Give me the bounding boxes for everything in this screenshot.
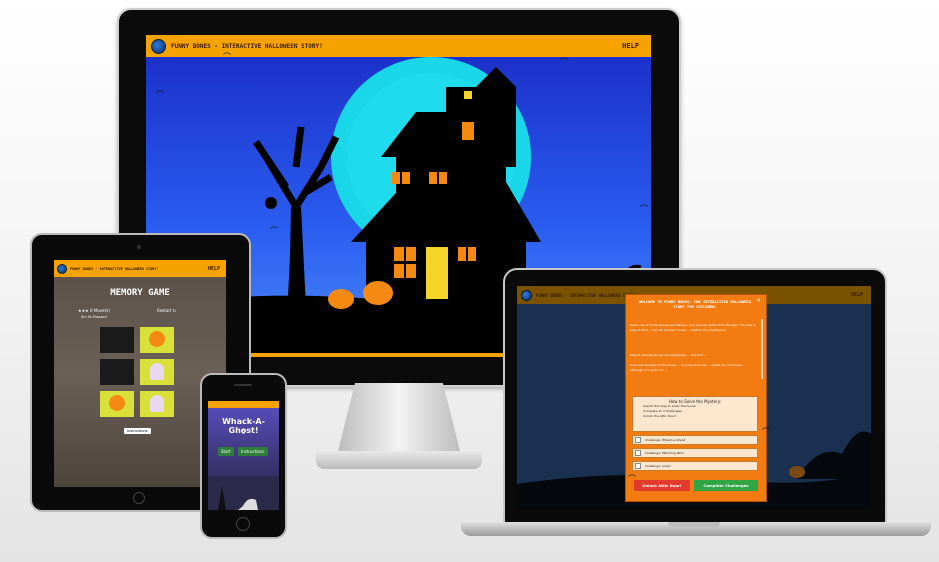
checkbox[interactable]	[635, 437, 641, 443]
tablet-home-button[interactable]	[133, 492, 145, 504]
memory-game-title: MEMORY GAME	[110, 288, 170, 298]
challenge-jump[interactable]: Challenge: Jump!	[632, 461, 758, 471]
modal-close-button[interactable]: ×	[756, 297, 761, 304]
bat-icon: ︵	[223, 47, 231, 56]
memory-card-ghost[interactable]	[140, 359, 174, 385]
tablet-navbar: FUNNY BONES - INTERACTIVE HALLOWEEN STOR…	[54, 260, 226, 277]
memory-card-pumpkin[interactable]	[140, 327, 174, 353]
challenge-matching-pairs[interactable]: Challenge: Matching Pairs	[632, 448, 758, 458]
tablet-site-title: FUNNY BONES - INTERACTIVE HALLOWEEN STOR…	[70, 266, 159, 271]
modal-title: WELCOME TO FUNNY BONES: THE INTERACTIVE …	[638, 299, 751, 309]
how-to-solve-box: How to Solve the Mystery: Search the map…	[632, 396, 758, 432]
bat-icon: ︵	[560, 52, 568, 61]
desktop-base	[316, 451, 482, 469]
score-value: 0	[241, 429, 246, 436]
site-title: FUNNY BONES - INTERACTIVE HALLOWEEN STOR…	[171, 42, 323, 50]
bat-icon: ︵	[628, 469, 636, 478]
phone-home-button[interactable]	[236, 517, 250, 531]
bat-icon: ︵	[762, 422, 770, 431]
phone-device: Whack-A-Ghost! 0 Start Instructions	[200, 373, 287, 539]
bat-icon: ︵	[640, 199, 648, 208]
laptop-help-link[interactable]: HELP	[851, 292, 863, 298]
challenge-whack-a-ghost[interactable]: Challenge: Whack-A-Ghost	[632, 435, 758, 445]
site-logo-icon[interactable]	[151, 38, 166, 54]
checkbox[interactable]	[635, 450, 641, 456]
modal-scrollbar[interactable]	[761, 319, 763, 379]
modal-paragraph-3: Here are the keys to the house ... it is…	[630, 363, 746, 372]
restart-button[interactable]: Restart ↻	[157, 308, 176, 313]
star-rating: ★★★ 0 Move(s)	[78, 308, 110, 313]
tablet-logo-icon[interactable]	[57, 263, 67, 274]
help-link[interactable]: HELP	[622, 42, 639, 50]
desktop-navbar: FUNNY BONES - INTERACTIVE HALLOWEEN STOR…	[146, 35, 651, 57]
complete-challenges-button[interactable]: Complete Challenges	[694, 480, 758, 491]
welcome-modal: WELCOME TO FUNNY BONES: THE INTERACTIVE …	[625, 294, 767, 502]
unlock-attic-door-button[interactable]: Unlock Attic Door!	[634, 480, 690, 491]
memory-card-hidden[interactable]	[100, 359, 134, 385]
desktop-stand	[338, 383, 460, 451]
bat-icon: ︵	[270, 221, 278, 230]
memory-card-pumpkin[interactable]	[100, 391, 134, 417]
memory-instructions-button[interactable]: Instructions	[124, 428, 151, 434]
how-item: Unlock the Attic Door!	[643, 414, 677, 418]
memory-card-ghost[interactable]	[140, 391, 174, 417]
laptop-screen: FUNNY BONES - INTERACTIVE HALLOWEEN STOR…	[517, 286, 871, 509]
modal-paragraph-1: Hello, this is Funny Bones and Marcus, y…	[630, 323, 756, 332]
tablet-help-link[interactable]: HELP	[208, 266, 220, 272]
laptop-logo-icon[interactable]	[521, 289, 532, 301]
memory-card-hidden[interactable]	[100, 327, 134, 353]
modal-paragraph-2: Read & strange things are happening ... …	[630, 353, 707, 357]
phone-instructions-button[interactable]: Instructions	[238, 447, 268, 456]
phone-night-scene	[208, 476, 279, 510]
time-elapsed: 0m 0s Elapsed	[81, 315, 107, 319]
laptop-site-title: FUNNY BONES - INTERACTIVE HALLOWEEN STOR…	[536, 292, 638, 298]
phone-screen: Whack-A-Ghost! 0 Start Instructions	[208, 401, 279, 510]
start-button[interactable]: Start	[218, 447, 234, 456]
laptop-device: FUNNY BONES - INTERACTIVE HALLOWEEN STOR…	[503, 268, 887, 526]
bat-icon: ︵	[156, 85, 164, 94]
